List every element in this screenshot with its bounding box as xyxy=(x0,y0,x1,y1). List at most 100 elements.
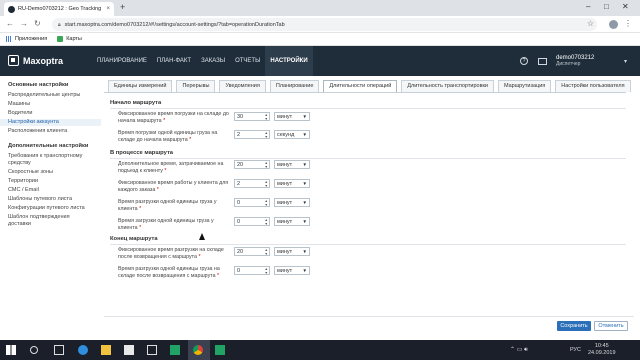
nav-plan-fact[interactable]: ПЛАН-ФАКТ xyxy=(152,46,196,76)
section-title-in-progress: В процессе маршрута xyxy=(110,150,174,156)
sidebar-item-speed-zones[interactable]: Скоростные зоны xyxy=(0,169,101,176)
bookmark-maps[interactable]: Карты xyxy=(57,36,82,42)
mail-app-icon[interactable] xyxy=(147,345,157,355)
logo-text: Maxoptra xyxy=(23,55,64,66)
sidebar-item-vehicles[interactable]: Машины xyxy=(0,101,101,108)
cancel-button[interactable]: Отменить xyxy=(594,321,628,331)
windows-start-icon[interactable] xyxy=(6,345,16,355)
unit-select[interactable]: минут ▼ xyxy=(274,112,310,121)
maxoptra-favicon-icon xyxy=(8,5,15,13)
excel-icon[interactable] xyxy=(170,345,180,355)
field-label: Фиксированное время работы у клиента для… xyxy=(118,180,229,193)
section-divider xyxy=(110,244,626,245)
maximize-icon[interactable]: □ xyxy=(604,2,609,11)
tab-notifications[interactable]: Уведомления xyxy=(219,80,266,92)
forward-icon[interactable]: → xyxy=(20,19,28,28)
sidebar-item-drivers[interactable]: Водители xyxy=(0,110,101,117)
unit-select[interactable]: секунд ▼ xyxy=(274,130,310,139)
number-input[interactable]: 0 ▲ ▼ xyxy=(234,217,270,226)
sidebar-item-account-settings[interactable]: Настройки аккаунта xyxy=(0,119,101,126)
spinner-arrows-icon[interactable]: ▲ ▼ xyxy=(265,161,268,169)
task-view-icon[interactable] xyxy=(54,345,64,355)
minimize-icon[interactable]: – xyxy=(586,2,590,11)
spinner-arrows-icon[interactable]: ▲ ▼ xyxy=(265,131,268,139)
tab-user-settings[interactable]: Настройки пользователя xyxy=(555,80,631,92)
windows-taskbar: ⌃ ▭ 🔊︎ РУС 10:45 24.09.2019 xyxy=(0,340,640,360)
unit-select[interactable]: минут ▼ xyxy=(274,179,310,188)
file-explorer-icon[interactable] xyxy=(101,345,111,355)
tab-units[interactable]: Единицы измерений xyxy=(108,80,173,92)
user-role: Диспетчер xyxy=(556,61,581,67)
number-input[interactable]: 20 ▲ ▼ xyxy=(234,160,270,169)
field-label: Дополнительное время, затрачиваемое на п… xyxy=(118,161,224,174)
tab-planning[interactable]: Планирование xyxy=(269,80,320,92)
field-label: Фиксированное время разгрузки на складе … xyxy=(118,247,224,260)
sidebar-item-delivery-confirmation[interactable]: Шаблон подтверждения доставки xyxy=(0,214,101,228)
spinner-arrows-icon[interactable]: ▲ ▼ xyxy=(265,218,268,226)
number-input[interactable]: 2 ▲ ▼ xyxy=(234,130,270,139)
edge-browser-icon[interactable] xyxy=(78,345,88,355)
tab-transport-duration[interactable]: Длительность транспортировки xyxy=(401,80,494,92)
sidebar-item-client-locations[interactable]: Расположения клиента xyxy=(0,128,101,135)
reload-icon[interactable]: ↻ xyxy=(34,19,41,28)
user-menu[interactable]: demo0703212 Диспетчер xyxy=(556,55,594,67)
help-icon[interactable]: ? xyxy=(520,57,528,65)
number-input[interactable]: 2 ▲ ▼ xyxy=(234,179,270,188)
spinner-arrows-icon[interactable]: ▲ ▼ xyxy=(265,248,268,256)
number-input[interactable]: 30 ▲ ▼ xyxy=(234,112,270,121)
unit-select[interactable]: минут ▼ xyxy=(274,217,310,226)
sidebar-item-waybill-templates[interactable]: Шаблоны путевого листа xyxy=(0,196,101,203)
bookmark-star-icon[interactable]: ☆ xyxy=(587,19,594,28)
unit-select[interactable]: минут ▼ xyxy=(274,247,310,256)
close-window-icon[interactable]: ✕ xyxy=(622,2,629,11)
sidebar-item-distribution-centers[interactable]: Распределительные центры xyxy=(0,92,101,99)
nav-settings[interactable]: НАСТРОЙКИ xyxy=(265,46,313,76)
lock-icon: 🔒︎ xyxy=(58,21,61,28)
number-input[interactable]: 0 ▲ ▼ xyxy=(234,198,270,207)
spinner-arrows-icon[interactable]: ▲ ▼ xyxy=(265,267,268,275)
url-input[interactable]: 🔒︎ start.maxoptra.com/demo0703212/#!/set… xyxy=(52,18,597,31)
tab-title: RU-Demo0703212 : Geo Tracking xyxy=(18,6,102,12)
sidebar-item-territories[interactable]: Территории xyxy=(0,178,101,185)
chrome-icon[interactable] xyxy=(193,345,203,355)
chevron-down-icon[interactable]: ▾ xyxy=(624,58,627,65)
save-button[interactable]: Сохранить xyxy=(557,321,591,331)
clock[interactable]: 10:45 24.09.2019 xyxy=(588,343,616,357)
spinner-arrows-icon[interactable]: ▲ ▼ xyxy=(265,199,268,207)
nav-orders[interactable]: ЗАКАЗЫ xyxy=(196,46,230,76)
logo[interactable]: Maxoptra xyxy=(8,55,63,66)
field-label: Время разгрузки одной единицы груза у кл… xyxy=(118,199,217,212)
unit-select[interactable]: минут ▼ xyxy=(274,160,310,169)
system-tray-icon[interactable]: ⌃ ▭ 🔊︎ xyxy=(510,346,528,354)
nav-reports[interactable]: ОТЧЕТЫ xyxy=(230,46,265,76)
unit-select[interactable]: минут ▼ xyxy=(274,266,310,275)
nav-planning[interactable]: ПЛАНИРОВАНИЕ xyxy=(92,46,152,76)
tab-operation-durations[interactable]: Длительности операций xyxy=(323,80,398,92)
browser-tab[interactable]: RU-Demo0703212 : Geo Tracking × xyxy=(4,2,114,16)
tab-routing[interactable]: Маршрутизация xyxy=(497,80,552,92)
excel-icon[interactable] xyxy=(215,345,225,355)
mail-icon[interactable] xyxy=(538,58,547,65)
new-tab-button[interactable]: + xyxy=(120,2,125,12)
language-indicator[interactable]: РУС xyxy=(570,347,581,353)
tab-close-button[interactable]: × xyxy=(106,6,110,12)
store-icon[interactable] xyxy=(124,345,134,355)
section-divider xyxy=(110,158,626,159)
chevron-down-icon: ▼ xyxy=(302,132,307,137)
url-text: start.maxoptra.com/demo0703212/#!/settin… xyxy=(64,21,285,28)
search-icon[interactable] xyxy=(30,346,38,354)
bookmark-apps[interactable]: Приложения xyxy=(6,36,47,42)
spinner-arrows-icon[interactable]: ▲ ▼ xyxy=(265,113,268,121)
chevron-down-icon: ▼ xyxy=(302,200,307,205)
spinner-arrows-icon[interactable]: ▲ ▼ xyxy=(265,180,268,188)
sidebar-item-waybill-configs[interactable]: Конфигурации путевого листа xyxy=(0,205,101,212)
back-icon[interactable]: ← xyxy=(6,19,14,28)
browser-menu-icon[interactable]: ⋮ xyxy=(624,19,632,28)
tab-breaks[interactable]: Перерывы xyxy=(176,80,216,92)
sidebar-item-vehicle-requirements[interactable]: Требования к транспортному средству xyxy=(0,153,101,167)
number-input[interactable]: 20 ▲ ▼ xyxy=(234,247,270,256)
sidebar-item-sms-email[interactable]: СМС / Email xyxy=(0,187,101,194)
number-input[interactable]: 0 ▲ ▼ xyxy=(234,266,270,275)
unit-select[interactable]: минут ▼ xyxy=(274,198,310,207)
profile-avatar[interactable] xyxy=(609,20,618,29)
